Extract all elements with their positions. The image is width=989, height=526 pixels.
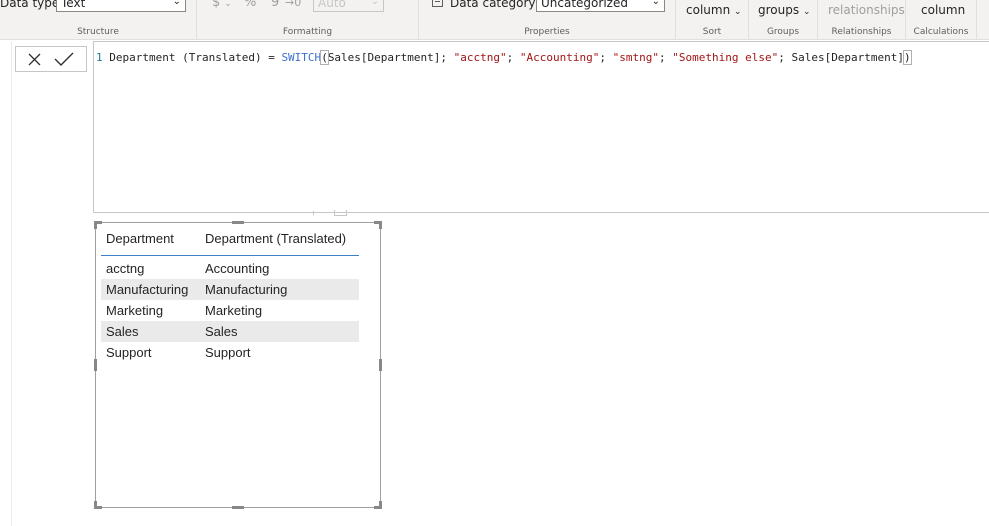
groups-button-label: groups (758, 3, 800, 17)
table-visual[interactable]: Department Department (Translated) acctn… (94, 221, 382, 509)
table-row[interactable]: Marketing Marketing (101, 300, 359, 321)
decimal-places-input[interactable]: Auto ⌄ (313, 0, 384, 12)
data-type-label: Data type (0, 0, 60, 10)
chevron-down-icon: ⌄ (172, 0, 181, 7)
data-category-label: Data category (450, 0, 536, 10)
ribbon-divider (976, 0, 977, 39)
relationships-group-label: Relationships (831, 27, 892, 37)
chevron-down-icon: ⌄ (802, 7, 811, 17)
properties-group-label: Properties (524, 27, 570, 37)
formula-close-paren: ) (903, 50, 912, 65)
table-row[interactable]: Sales Sales (101, 321, 359, 342)
formatting-group-label: Formatting (282, 27, 333, 37)
data-type-dropdown[interactable]: Text ⌄ (56, 0, 186, 12)
commit-formula-button[interactable] (52, 50, 76, 68)
resize-handle-left[interactable] (94, 359, 97, 371)
table-row[interactable]: Manufacturing Manufacturing (101, 279, 359, 300)
currency-icon: $ (212, 0, 221, 10)
formula-function: SWITCH (281, 51, 322, 64)
data-category-icon (432, 0, 443, 7)
groups-group-label: Groups (766, 27, 800, 37)
resize-handle-bottom-right[interactable] (374, 501, 382, 509)
table-cell: Sales (106, 324, 139, 339)
formula-arg-column: Sales[Department]; (327, 51, 454, 64)
resize-handle-top[interactable] (232, 221, 244, 224)
visual-header-icon[interactable] (334, 210, 347, 216)
ribbon: Data type Text ⌄ Structure $ ⌄ % 9 →0 Au… (0, 0, 989, 40)
decimal-places-button[interactable]: →0 (285, 0, 301, 10)
data-category-dropdown[interactable]: Uncategorized ⌄ (536, 0, 665, 12)
formula-string: "smtng" (612, 51, 659, 64)
formula-string: "acctng" (453, 51, 507, 64)
formula-string: "Accounting" (519, 51, 600, 64)
chevron-down-icon: ⌄ (224, 0, 232, 9)
sort-group-label: Sort (702, 27, 722, 37)
data-type-value: Text (61, 0, 86, 10)
resize-handle-bottom[interactable] (232, 506, 244, 509)
table-cell: Support (106, 345, 152, 360)
column-header-department[interactable]: Department (106, 230, 174, 248)
comma-format-button[interactable]: 9 (271, 0, 279, 10)
sort-button-label: column (686, 3, 731, 17)
table-cell: Marketing (106, 303, 164, 318)
table-cell: Marketing (205, 303, 263, 318)
structure-group-label: Structure (77, 27, 119, 37)
table-cell: Accounting (205, 261, 270, 276)
resize-handle-right[interactable] (379, 359, 382, 371)
resize-handle-bottom-left[interactable] (94, 501, 102, 509)
data-table: Department Department (Translated) acctn… (101, 230, 359, 363)
formula-string: "Something else" (672, 51, 779, 64)
visual-header-mark (313, 211, 314, 215)
table-cell: Sales (205, 324, 238, 339)
formula-separator: ; (599, 51, 613, 64)
calculations-group-label: Calculations (913, 27, 969, 37)
data-groups-button[interactable]: groups ⌄ (758, 3, 810, 19)
checkmark-icon (54, 52, 74, 66)
resize-handle-top-left[interactable] (94, 221, 102, 229)
formula-bar-buttons (15, 46, 87, 72)
currency-format-button[interactable]: $ ⌄ (212, 0, 232, 11)
formula-line: 1 Department (Translated) = SWITCH(Sales… (96, 50, 912, 65)
column-header-department-translated[interactable]: Department (Translated) (205, 230, 346, 248)
formula-editor[interactable]: 1 Department (Translated) = SWITCH(Sales… (93, 41, 989, 213)
table-cell: Support (205, 345, 251, 360)
formula-separator: ; (506, 51, 520, 64)
new-column-button[interactable]: column (921, 3, 965, 17)
table-header-row: Department Department (Translated) (101, 230, 359, 256)
table-cell: Manufacturing (106, 282, 189, 297)
chevron-down-icon: ⌄ (651, 0, 660, 7)
data-category-value: Uncategorized (541, 0, 628, 10)
percent-format-button[interactable]: % (244, 0, 256, 10)
table-cell: Manufacturing (205, 282, 288, 297)
sort-by-column-button[interactable]: column ⌄ (686, 3, 742, 19)
chevron-down-icon: ⌄ (370, 0, 379, 7)
manage-relationships-button[interactable]: relationships (828, 3, 905, 17)
formula-separator: ; (658, 51, 673, 64)
close-icon (28, 53, 40, 65)
resize-handle-top-right[interactable] (374, 221, 382, 229)
line-number: 1 (96, 51, 103, 64)
formula-arg-default: Sales[Department] (791, 51, 905, 64)
pane-edge (11, 41, 12, 526)
chevron-down-icon: ⌄ (734, 7, 742, 17)
table-row[interactable]: Support Support (101, 342, 359, 363)
decimal-places-value: Auto (318, 0, 346, 10)
cancel-formula-button[interactable] (22, 50, 46, 68)
formula-separator: ; (778, 51, 792, 64)
table-row[interactable]: acctng Accounting (101, 258, 359, 279)
formula-open-paren: ( (320, 50, 329, 65)
table-cell: acctng (106, 261, 145, 276)
formula-column-name: Department (Translated) = (102, 51, 282, 64)
